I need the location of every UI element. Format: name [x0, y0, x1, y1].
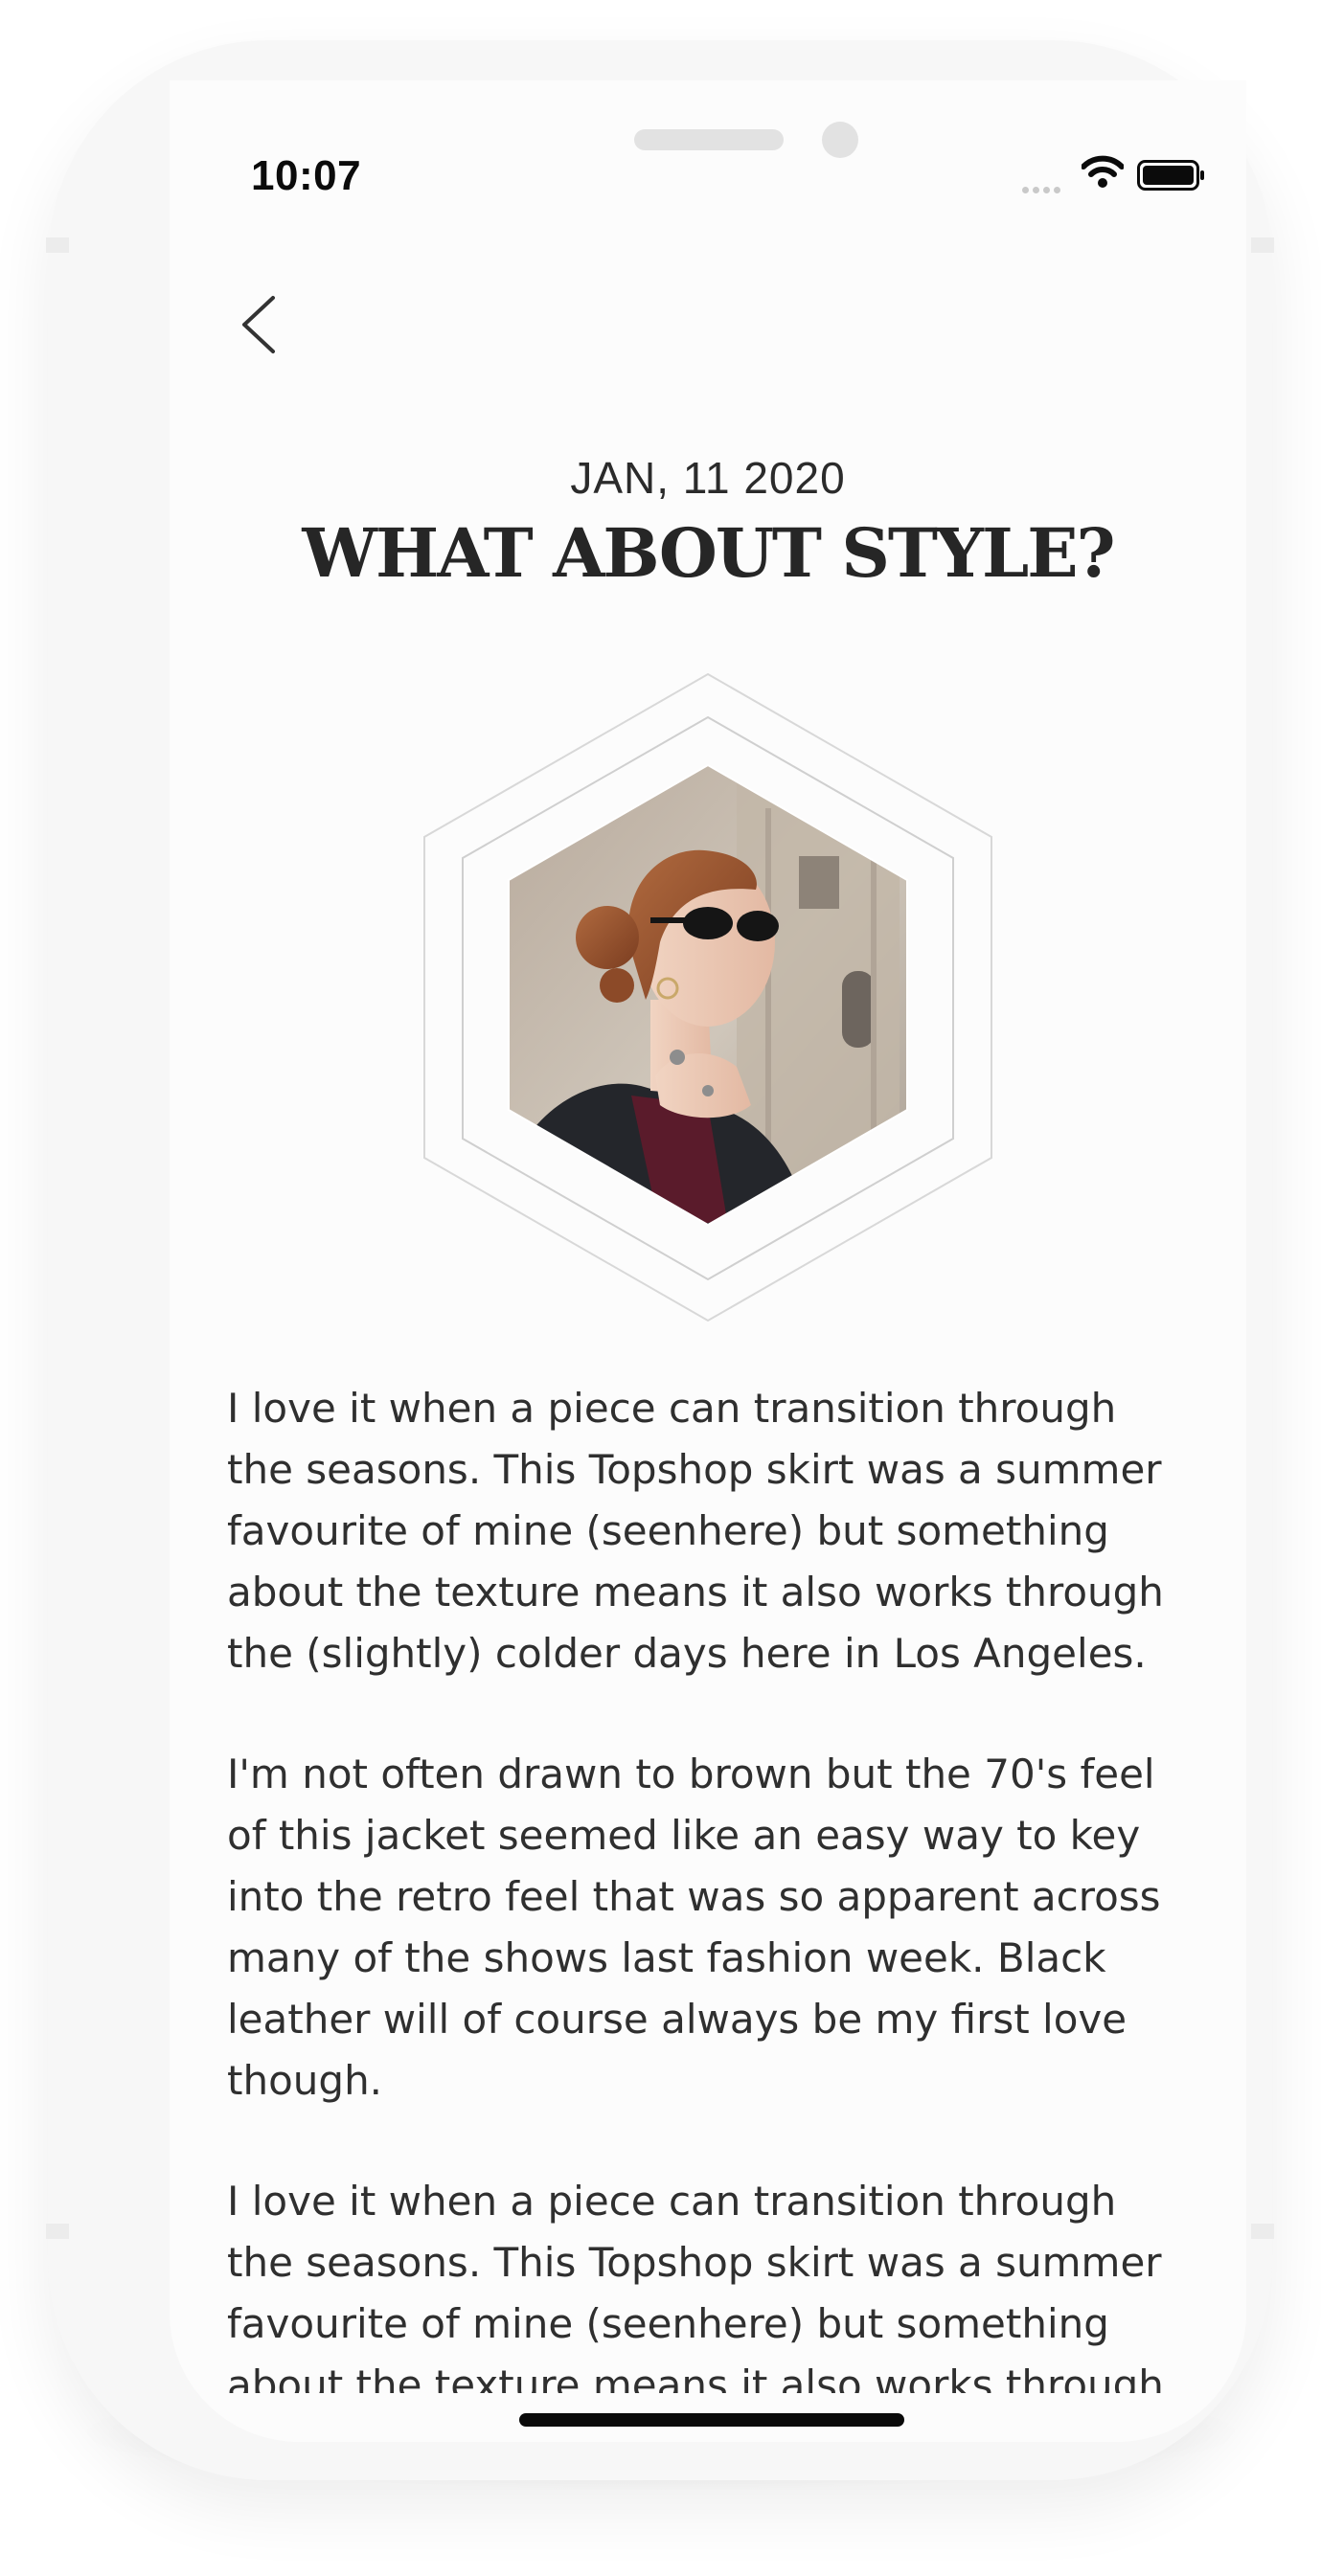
back-button[interactable] [227, 286, 304, 363]
status-bar: 10:07 [170, 80, 1246, 258]
signal-icon [1022, 181, 1064, 198]
status-time: 10:07 [251, 152, 362, 199]
article-body: I love it when a piece can transition th… [227, 1378, 1195, 2393]
side-button-right-bottom [1251, 2224, 1274, 2239]
post-title: WHAT ABOUT STYLE? [302, 513, 1115, 593]
home-indicator[interactable] [519, 2413, 904, 2427]
side-button-right-top [1251, 237, 1274, 253]
app-screen: 10:07 JAN, 11 2020 WHAT ABOUT STYLE? I l… [170, 80, 1246, 2442]
article-paragraph-3: I love it when a piece can transition th… [227, 2178, 1164, 2393]
speaker-grille [634, 129, 784, 150]
chevron-left-icon [242, 296, 275, 353]
front-camera [822, 122, 858, 158]
phone-frame: 10:07 JAN, 11 2020 WHAT ABOUT STYLE? I l… [46, 40, 1274, 2480]
side-button-left-top [46, 237, 69, 253]
side-button-left-bottom [46, 2224, 69, 2239]
battery-icon [1137, 160, 1206, 195]
stage: 10:07 JAN, 11 2020 WHAT ABOUT STYLE? I l… [0, 0, 1321, 2576]
post-date: JAN, 11 2020 [570, 453, 846, 503]
hero-image [421, 655, 995, 1325]
woman-photo [509, 765, 907, 1225]
wifi-icon [1081, 155, 1125, 192]
article-paragraph-1: I love it when a piece can transition th… [227, 1385, 1164, 1677]
article-paragraph-2: I'm not often drawn to brown but the 70'… [227, 1751, 1161, 2104]
